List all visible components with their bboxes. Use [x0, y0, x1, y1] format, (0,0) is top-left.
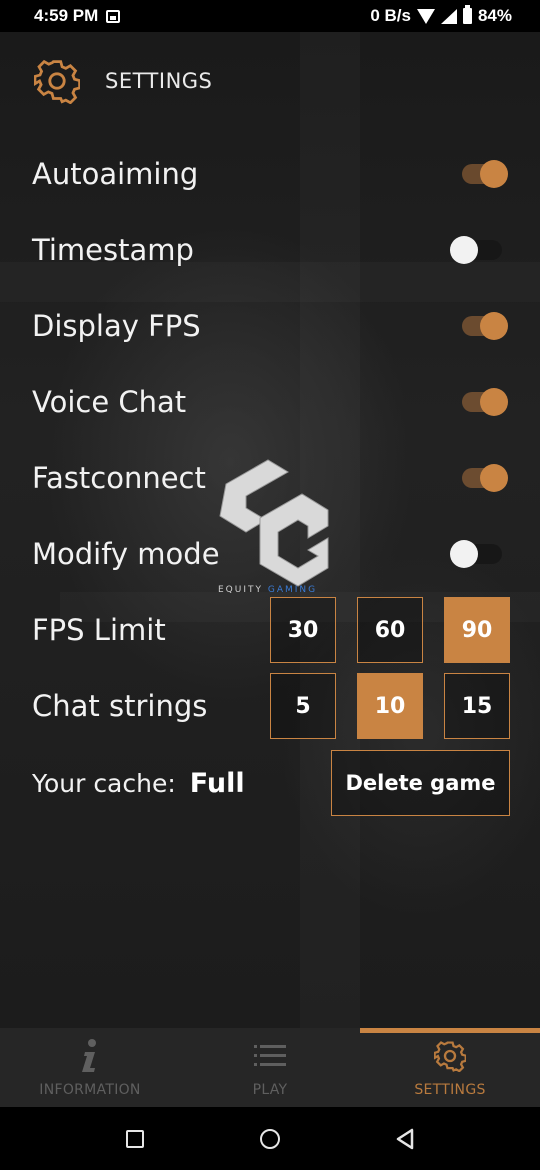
- setting-row-chat-strings: Chat strings 5 10 15: [32, 673, 510, 739]
- status-time: 4:59 PM: [34, 6, 99, 25]
- setting-label: Voice Chat: [32, 385, 187, 419]
- chat-option-15[interactable]: 15: [444, 673, 510, 739]
- setting-row-display-fps: Display FPS: [32, 298, 510, 354]
- fps-option-30[interactable]: 30: [270, 597, 336, 663]
- setting-row-fps-limit: FPS Limit 30 60 90: [32, 597, 510, 663]
- recents-button[interactable]: [68, 1107, 203, 1170]
- back-button[interactable]: [338, 1107, 473, 1170]
- setting-label: Fastconnect: [32, 461, 206, 495]
- display-fps-toggle[interactable]: [462, 312, 508, 340]
- back-icon: [396, 1128, 414, 1149]
- cache-value: Full: [189, 767, 245, 799]
- fastconnect-toggle[interactable]: [462, 464, 508, 492]
- battery-icon: [462, 5, 472, 24]
- nav-item-play[interactable]: PLAY: [180, 1028, 360, 1107]
- cache-label: Your cache:: [32, 768, 176, 798]
- home-button[interactable]: [203, 1107, 338, 1170]
- timestamp-toggle[interactable]: [450, 236, 502, 264]
- setting-row-autoaiming: Autoaiming: [32, 146, 510, 202]
- nav-label: INFORMATION: [39, 1082, 141, 1098]
- wifi-icon: [416, 8, 435, 24]
- cache-row: Your cache: Full Delete game: [32, 750, 510, 816]
- setting-label: FPS Limit: [32, 613, 166, 647]
- gallery-notification-icon: [106, 9, 121, 23]
- setting-label: Display FPS: [32, 309, 201, 343]
- delete-game-button[interactable]: Delete game: [331, 750, 510, 816]
- info-icon: [82, 1039, 96, 1072]
- chat-option-5[interactable]: 5: [270, 673, 336, 739]
- list-icon: [254, 1045, 286, 1066]
- setting-label: Modify mode: [32, 537, 220, 571]
- modify-mode-toggle[interactable]: [450, 540, 502, 568]
- nav-item-settings[interactable]: SETTINGS: [360, 1028, 540, 1107]
- setting-label: Timestamp: [32, 233, 194, 267]
- setting-row-voice-chat: Voice Chat: [32, 374, 510, 430]
- voice-chat-toggle[interactable]: [462, 388, 508, 416]
- nav-label: PLAY: [252, 1082, 288, 1098]
- gear-icon: [434, 1041, 466, 1072]
- page-title: SETTINGS: [105, 69, 213, 93]
- signal-icon: [440, 8, 457, 24]
- autoaiming-toggle[interactable]: [462, 160, 508, 188]
- status-bar: 4:59 PM 0 B/s 84%: [0, 0, 540, 32]
- recents-icon: [126, 1129, 144, 1148]
- setting-label: Chat strings: [32, 689, 208, 723]
- page-header: SETTINGS: [34, 58, 212, 104]
- fps-limit-options: 30 60 90: [270, 597, 510, 663]
- network-speed: 0 B/s: [370, 6, 411, 25]
- system-nav-bar: [0, 1107, 540, 1170]
- fps-option-60[interactable]: 60: [357, 597, 423, 663]
- watermark-text-b: GAMING: [267, 585, 318, 595]
- watermark-caption: EQUITY GAMING: [218, 585, 317, 595]
- watermark-text-a: EQUITY: [218, 585, 268, 595]
- home-icon: [260, 1128, 280, 1149]
- gear-icon: [34, 59, 80, 104]
- nav-item-information[interactable]: INFORMATION: [0, 1028, 180, 1107]
- chat-strings-options: 5 10 15: [270, 673, 510, 739]
- nav-label: SETTINGS: [414, 1082, 486, 1098]
- setting-row-timestamp: Timestamp: [32, 222, 510, 278]
- setting-label: Autoaiming: [32, 157, 199, 191]
- chat-option-10[interactable]: 10: [357, 673, 423, 739]
- equity-gaming-logo: [219, 459, 329, 587]
- fps-option-90[interactable]: 90: [444, 597, 510, 663]
- bottom-nav: INFORMATION PLAY SETTINGS: [0, 1028, 540, 1107]
- battery-level: 84%: [477, 6, 512, 25]
